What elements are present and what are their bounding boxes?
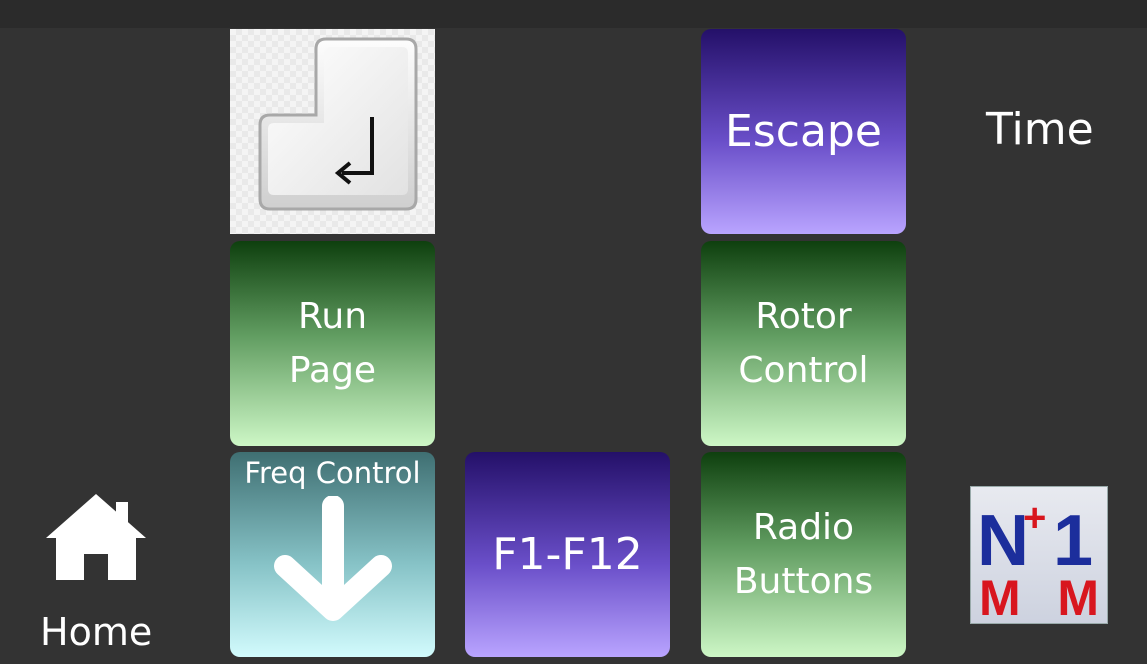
rotor-control-label-line1: Rotor (755, 295, 852, 337)
time-label: Time (986, 104, 1094, 155)
enter-key-button[interactable] (230, 29, 435, 234)
f1-f12-label: F1-F12 (492, 529, 643, 580)
freq-control-button[interactable]: Freq Control (230, 452, 435, 657)
n1mm-logo-button[interactable]: N 1 + MM (970, 486, 1108, 626)
run-page-label-line2: Page (288, 349, 377, 391)
run-page-button[interactable]: Run Page (230, 241, 435, 446)
home-icon (46, 494, 146, 580)
radio-buttons-button[interactable]: Radio Buttons (701, 452, 906, 657)
n1mm-logo: N 1 + MM (977, 496, 1099, 626)
home-button[interactable]: Home (40, 490, 152, 660)
radio-buttons-label-line2: Buttons (733, 560, 874, 602)
rotor-control-label-line2: Control (738, 349, 869, 391)
f1-f12-button[interactable]: F1-F12 (465, 452, 670, 657)
svg-text:N: N (977, 501, 1029, 581)
enter-key-icon (258, 37, 418, 211)
home-label: Home (40, 610, 153, 654)
rotor-control-button[interactable]: Rotor Control (701, 241, 906, 446)
svg-text:+: + (1023, 496, 1046, 540)
radio-buttons-label-line1: Radio (752, 506, 855, 548)
run-page-label-line1: Run (297, 295, 368, 337)
svg-text:MM: MM (979, 570, 1099, 623)
svg-text:1: 1 (1053, 501, 1093, 581)
freq-control-label: Freq Control (244, 456, 421, 490)
escape-button[interactable]: Escape (701, 29, 906, 234)
escape-label: Escape (725, 106, 882, 157)
arrow-down-icon (273, 496, 392, 621)
